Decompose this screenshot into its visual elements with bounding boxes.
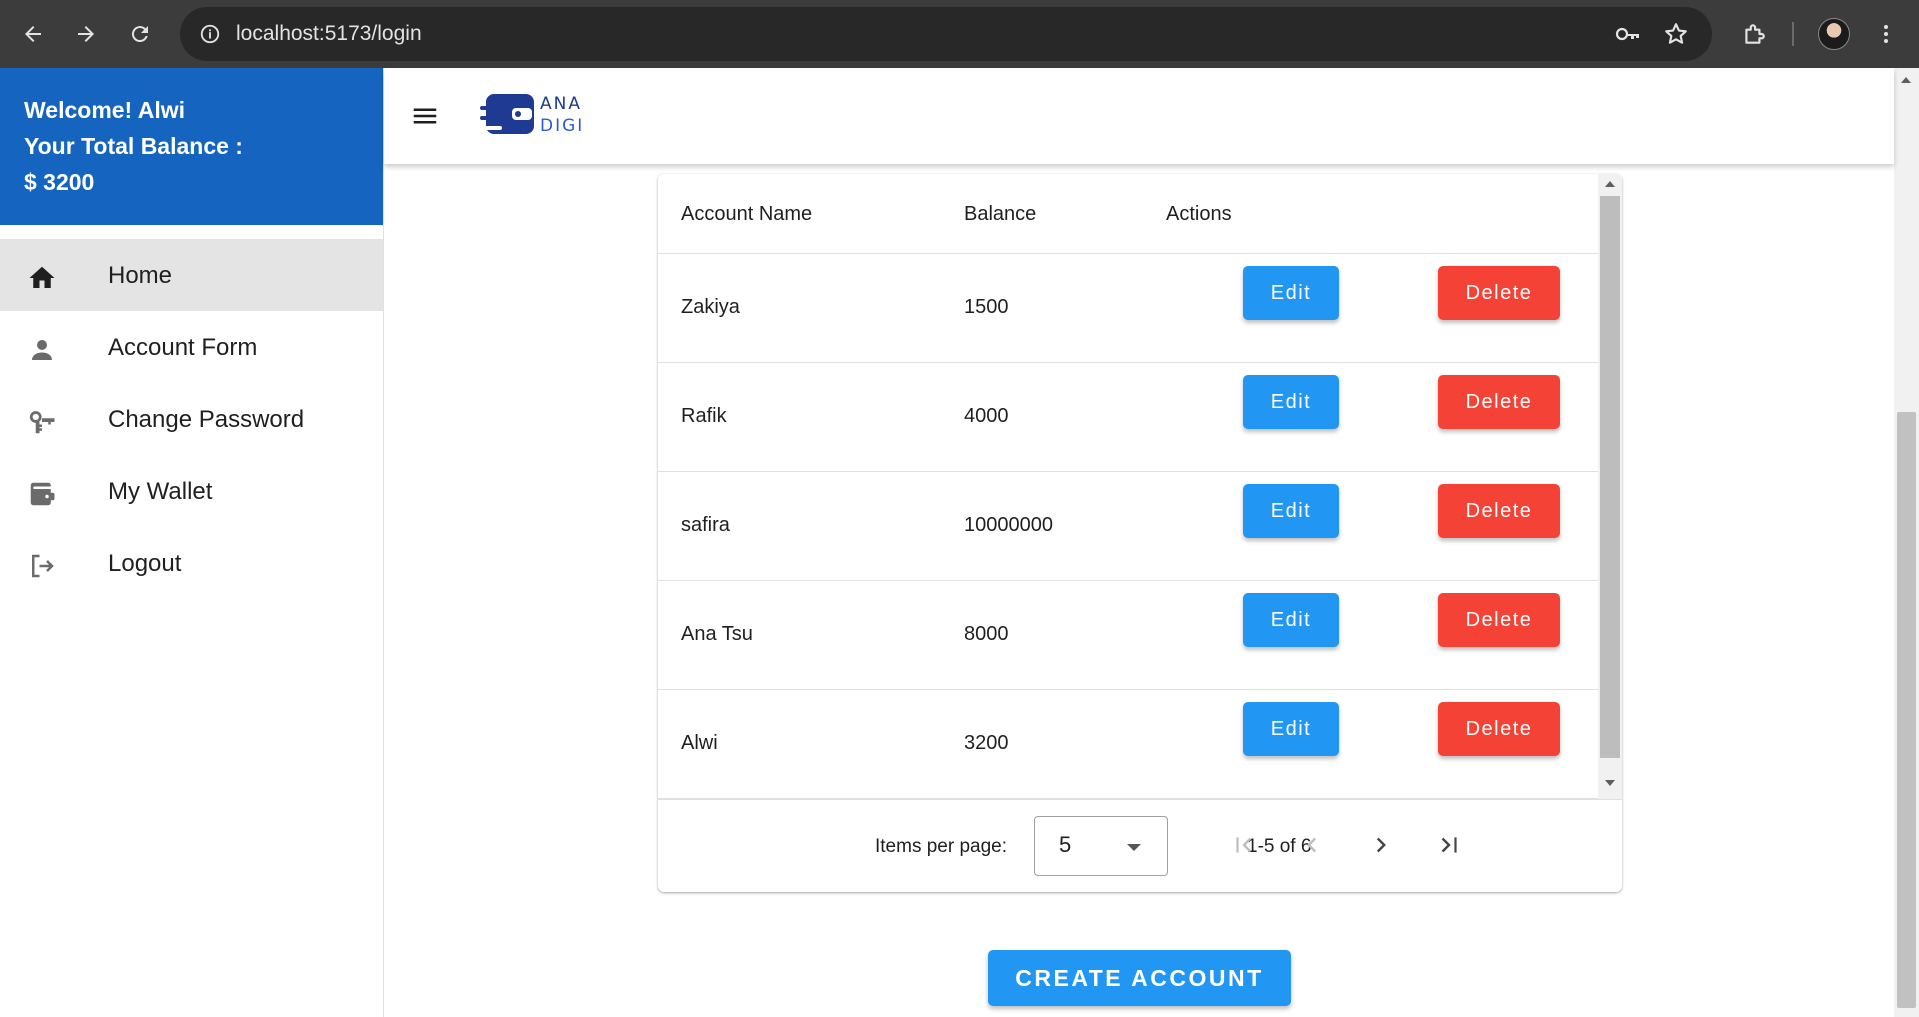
address-bar[interactable]: localhost:5173/login	[180, 7, 1712, 61]
account-balance: 8000	[964, 623, 1009, 645]
edit-button[interactable]: Edit	[1243, 375, 1339, 429]
edit-button[interactable]: Edit	[1243, 266, 1339, 320]
person-icon	[27, 335, 57, 365]
table-row: safira 10000000 Edit Delete	[658, 472, 1598, 581]
reload-icon[interactable]	[120, 14, 160, 54]
sidebar-header: Welcome! Alwi Your Total Balance : $ 320…	[0, 68, 383, 225]
header-actions: Actions	[1166, 203, 1232, 225]
edit-button[interactable]: Edit	[1243, 484, 1339, 538]
balance-label: Your Total Balance :	[24, 133, 243, 159]
sidebar-item-label: Account Form	[108, 334, 258, 361]
welcome-text: Welcome! Alwi	[24, 97, 186, 123]
sidebar-item-label: Logout	[108, 550, 182, 577]
sidebar-item-label: Change Password	[108, 406, 305, 433]
table-header: Account Name Balance Actions	[658, 174, 1598, 254]
sidebar-item-home[interactable]: Home	[0, 239, 383, 311]
wallet-logo-icon	[480, 94, 534, 134]
items-per-page-label: Items per page:	[875, 836, 1008, 857]
page-scrollbar[interactable]	[1894, 68, 1919, 1017]
next-page-icon[interactable]	[1361, 825, 1401, 865]
browser-toolbar: localhost:5173/login	[0, 0, 1919, 68]
sidebar-item-change-password[interactable]: Change Password	[0, 383, 383, 455]
hamburger-menu-icon[interactable]	[410, 101, 440, 131]
create-account-button[interactable]: CREATE ACCOUNT	[988, 950, 1291, 1006]
delete-button[interactable]: Delete	[1438, 375, 1560, 429]
previous-page-icon[interactable]	[1292, 825, 1332, 865]
sidebar-item-logout[interactable]: Logout	[0, 527, 383, 599]
table-row: Ana Tsu 8000 Edit Delete	[658, 581, 1598, 690]
delete-button[interactable]: Delete	[1438, 593, 1560, 647]
accounts-table: Account Name Balance Actions Zakiya 1500…	[658, 174, 1598, 799]
table-row: Zakiya 1500 Edit Delete	[658, 254, 1598, 363]
edit-button[interactable]: Edit	[1243, 702, 1339, 756]
scroll-up-arrow-icon[interactable]	[1605, 181, 1615, 187]
site-info-icon[interactable]	[198, 22, 222, 46]
back-icon[interactable]	[13, 14, 53, 54]
toolbar-divider	[1792, 22, 1794, 46]
home-icon	[27, 263, 57, 293]
app-bar: ANA DIGI	[384, 68, 1894, 164]
scroll-down-arrow-icon[interactable]	[1605, 780, 1615, 786]
wallet-icon	[27, 479, 57, 509]
delete-button[interactable]: Delete	[1438, 702, 1560, 756]
sidebar-item-label: My Wallet	[108, 478, 213, 505]
url-text[interactable]: localhost:5173/login	[236, 23, 422, 45]
header-account-name: Account Name	[681, 203, 813, 225]
bookmark-star-icon[interactable]	[1662, 20, 1690, 48]
account-name: Rafik	[681, 405, 727, 427]
first-page-icon[interactable]	[1224, 825, 1264, 865]
last-page-icon[interactable]	[1429, 825, 1469, 865]
page-scroll-up-arrow-icon[interactable]	[1901, 77, 1911, 83]
logout-icon	[27, 551, 57, 581]
table-row: Alwi 3200 Edit Delete	[658, 690, 1598, 799]
items-per-page-select[interactable]: 5	[1034, 816, 1168, 876]
delete-button[interactable]: Delete	[1438, 484, 1560, 538]
dropdown-caret-icon	[1127, 844, 1141, 851]
password-key-icon[interactable]	[1614, 20, 1642, 48]
account-name: Alwi	[681, 732, 718, 754]
sidebar: Welcome! Alwi Your Total Balance : $ 320…	[0, 68, 384, 1017]
balance-value: $ 3200	[24, 169, 95, 195]
edit-button[interactable]: Edit	[1243, 593, 1339, 647]
delete-button[interactable]: Delete	[1438, 266, 1560, 320]
table-row: Rafik 4000 Edit Delete	[658, 363, 1598, 472]
more-menu-icon[interactable]	[1866, 14, 1906, 54]
table-scrollbar[interactable]	[1598, 174, 1622, 799]
sidebar-item-my-wallet[interactable]: My Wallet	[0, 455, 383, 527]
logo-text-top: ANA	[540, 94, 582, 114]
key-icon	[27, 407, 57, 437]
account-name: Zakiya	[681, 296, 740, 318]
accounts-table-card: Account Name Balance Actions Zakiya 1500…	[658, 174, 1622, 892]
paginator: Items per page: 5 1-5 of 6	[658, 799, 1622, 892]
forward-icon[interactable]	[66, 14, 106, 54]
account-name: safira	[681, 514, 730, 536]
sidebar-item-account-form[interactable]: Account Form	[0, 311, 383, 383]
app-logo: ANA DIGI	[480, 92, 590, 138]
account-name: Ana Tsu	[681, 623, 753, 645]
table-scrollbar-thumb[interactable]	[1600, 196, 1620, 758]
extensions-icon[interactable]	[1734, 14, 1774, 54]
page-scrollbar-thumb[interactable]	[1897, 412, 1916, 1008]
account-balance: 1500	[964, 296, 1009, 318]
account-balance: 3200	[964, 732, 1009, 754]
account-balance: 4000	[964, 405, 1009, 427]
items-per-page-value: 5	[1059, 832, 1072, 857]
header-balance: Balance	[964, 203, 1037, 225]
profile-avatar[interactable]	[1818, 18, 1850, 50]
account-balance: 10000000	[964, 514, 1053, 536]
logo-text-bottom: DIGI	[540, 116, 585, 136]
sidebar-item-label: Home	[108, 262, 173, 289]
